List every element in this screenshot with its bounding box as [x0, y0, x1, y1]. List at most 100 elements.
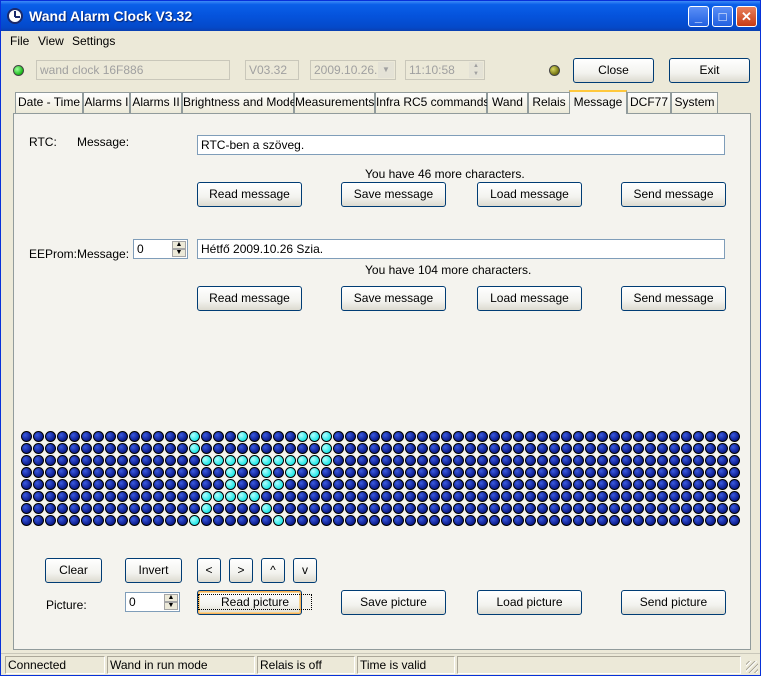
led-dot-off[interactable]	[729, 455, 740, 466]
led-dot-off[interactable]	[309, 443, 320, 454]
led-dot-off[interactable]	[549, 467, 560, 478]
led-dot-off[interactable]	[717, 491, 728, 502]
led-dot-off[interactable]	[33, 503, 44, 514]
led-dot-off[interactable]	[717, 515, 728, 526]
led-dot-off[interactable]	[681, 515, 692, 526]
led-dot-off[interactable]	[117, 491, 128, 502]
led-dot-off[interactable]	[297, 491, 308, 502]
led-dot-off[interactable]	[153, 515, 164, 526]
led-dot-off[interactable]	[81, 491, 92, 502]
led-dot-off[interactable]	[237, 479, 248, 490]
led-dot-off[interactable]	[141, 467, 152, 478]
led-dot-off[interactable]	[693, 515, 704, 526]
led-dot-on[interactable]	[189, 515, 200, 526]
led-dot-off[interactable]	[309, 479, 320, 490]
led-dot-off[interactable]	[477, 491, 488, 502]
led-dot-off[interactable]	[681, 491, 692, 502]
led-dot-off[interactable]	[141, 431, 152, 442]
led-dot-off[interactable]	[441, 431, 452, 442]
led-dot-off[interactable]	[165, 431, 176, 442]
led-dot-on[interactable]	[285, 467, 296, 478]
led-dot-off[interactable]	[333, 491, 344, 502]
led-dot-off[interactable]	[81, 467, 92, 478]
led-dot-off[interactable]	[693, 491, 704, 502]
led-dot-off[interactable]	[333, 443, 344, 454]
led-dot-off[interactable]	[477, 431, 488, 442]
led-dot-off[interactable]	[189, 455, 200, 466]
led-dot-off[interactable]	[453, 467, 464, 478]
led-dot-off[interactable]	[249, 515, 260, 526]
minimize-button[interactable]: _	[688, 6, 709, 27]
led-dot-off[interactable]	[393, 479, 404, 490]
led-dot-off[interactable]	[525, 455, 536, 466]
led-dot-off[interactable]	[153, 491, 164, 502]
led-dot-off[interactable]	[189, 467, 200, 478]
led-dot-off[interactable]	[501, 491, 512, 502]
led-dot-off[interactable]	[141, 443, 152, 454]
led-dot-off[interactable]	[645, 431, 656, 442]
led-dot-off[interactable]	[717, 455, 728, 466]
led-dot-off[interactable]	[105, 515, 116, 526]
led-dot-off[interactable]	[657, 479, 668, 490]
led-dot-off[interactable]	[705, 479, 716, 490]
save-picture-button[interactable]: Save picture	[341, 590, 446, 615]
led-dot-off[interactable]	[129, 515, 140, 526]
led-dot-off[interactable]	[513, 443, 524, 454]
led-dot-off[interactable]	[669, 479, 680, 490]
led-dot-off[interactable]	[177, 515, 188, 526]
led-dot-off[interactable]	[69, 431, 80, 442]
led-dot-off[interactable]	[597, 455, 608, 466]
led-dot-on[interactable]	[225, 455, 236, 466]
led-dot-off[interactable]	[657, 503, 668, 514]
led-dot-off[interactable]	[525, 443, 536, 454]
led-dot-off[interactable]	[345, 431, 356, 442]
led-dot-off[interactable]	[105, 503, 116, 514]
led-dot-off[interactable]	[57, 479, 68, 490]
led-dot-off[interactable]	[489, 443, 500, 454]
led-dot-off[interactable]	[69, 455, 80, 466]
led-dot-off[interactable]	[285, 515, 296, 526]
led-dot-off[interactable]	[513, 515, 524, 526]
led-dot-off[interactable]	[621, 431, 632, 442]
tab-date-time[interactable]: Date - Time	[15, 92, 83, 113]
led-dot-off[interactable]	[477, 515, 488, 526]
led-dot-off[interactable]	[621, 455, 632, 466]
led-dot-off[interactable]	[561, 503, 572, 514]
led-dot-off[interactable]	[669, 467, 680, 478]
led-dot-off[interactable]	[417, 515, 428, 526]
led-dot-off[interactable]	[105, 491, 116, 502]
menu-settings[interactable]: Settings	[72, 34, 115, 48]
led-dot-off[interactable]	[729, 503, 740, 514]
led-dot-off[interactable]	[573, 467, 584, 478]
led-dot-off[interactable]	[681, 503, 692, 514]
led-dot-off[interactable]	[537, 455, 548, 466]
led-dot-off[interactable]	[525, 515, 536, 526]
led-dot-off[interactable]	[441, 515, 452, 526]
led-dot-off[interactable]	[129, 503, 140, 514]
led-dot-off[interactable]	[525, 431, 536, 442]
led-dot-off[interactable]	[729, 491, 740, 502]
led-dot-off[interactable]	[357, 515, 368, 526]
led-dot-off[interactable]	[405, 467, 416, 478]
led-dot-off[interactable]	[633, 455, 644, 466]
led-dot-off[interactable]	[453, 503, 464, 514]
led-dot-on[interactable]	[249, 455, 260, 466]
led-dot-off[interactable]	[549, 431, 560, 442]
led-dot-off[interactable]	[261, 491, 272, 502]
led-dot-off[interactable]	[57, 431, 68, 442]
led-dot-off[interactable]	[165, 491, 176, 502]
led-dot-off[interactable]	[489, 431, 500, 442]
led-dot-off[interactable]	[309, 491, 320, 502]
led-dot-off[interactable]	[81, 455, 92, 466]
eeprom-send-message-button[interactable]: Send message	[621, 286, 726, 311]
led-dot-off[interactable]	[585, 443, 596, 454]
led-dot-off[interactable]	[513, 455, 524, 466]
led-dot-off[interactable]	[465, 503, 476, 514]
led-dot-off[interactable]	[213, 467, 224, 478]
led-dot-off[interactable]	[537, 491, 548, 502]
led-dot-off[interactable]	[57, 515, 68, 526]
led-dot-off[interactable]	[429, 503, 440, 514]
rtc-send-message-button[interactable]: Send message	[621, 182, 726, 207]
led-dot-on[interactable]	[225, 491, 236, 502]
led-dot-off[interactable]	[357, 443, 368, 454]
